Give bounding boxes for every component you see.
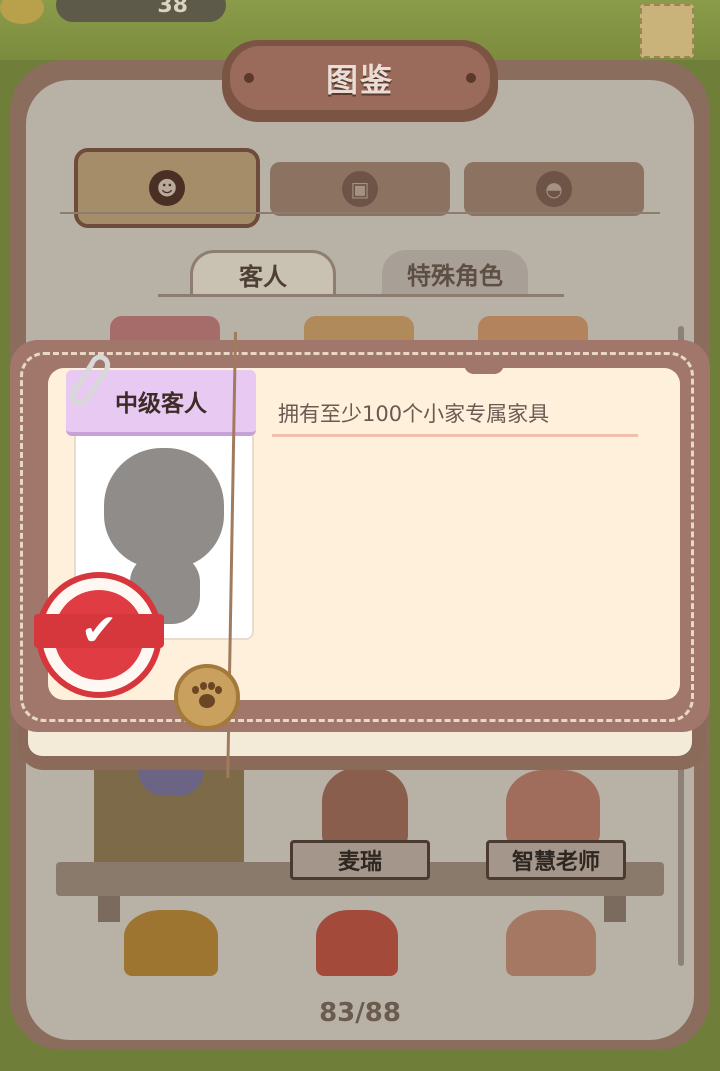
tab-customers-category[interactable]: ☻ <box>74 148 260 228</box>
subtab-customers-label: 客人 <box>239 263 287 291</box>
gift-box-icon: ▣ <box>342 171 378 207</box>
name-plate-wise-teacher: 智慧老师 <box>486 840 626 880</box>
shelf-leg <box>604 896 626 922</box>
subtab-customers[interactable]: 客人 <box>190 250 336 296</box>
character-thumbnail[interactable] <box>124 910 218 976</box>
unlocked-stamp: ✔ <box>34 572 164 698</box>
paperclip-icon <box>69 354 111 406</box>
stamp-band: ✔ <box>34 605 164 656</box>
name-plate-mairui: 麦瑞 <box>290 840 430 880</box>
paw-icon <box>190 682 224 712</box>
character-name: 麦瑞 <box>337 850 382 875</box>
dome-icon: ◓ <box>536 171 572 207</box>
page-indicator: 83/88 <box>319 998 401 1028</box>
unlock-requirement: 拥有至少100个小家专属家具 <box>278 402 550 426</box>
subtab-special-roles-label: 特殊角色 <box>407 261 503 290</box>
tab-dome-category[interactable]: ◓ <box>464 162 644 216</box>
tab-gifts-category[interactable]: ▣ <box>270 162 450 216</box>
tab-divider <box>60 212 660 214</box>
subtab-special-roles[interactable]: 特殊角色 <box>382 250 528 296</box>
character-wise-teacher[interactable] <box>506 770 600 850</box>
banner-rivet-right <box>466 73 476 83</box>
locked-character-silhouette <box>104 448 224 568</box>
coin-icon <box>0 0 44 24</box>
popup-notch <box>464 364 504 374</box>
character-thumbnail[interactable] <box>506 910 596 976</box>
shelf-leg <box>98 896 120 922</box>
coin-count: 38 <box>157 0 188 18</box>
skull-face-icon: ☻ <box>149 170 185 206</box>
title-banner: 图鉴 <box>222 40 498 122</box>
character-name: 智慧老师 <box>511 850 600 875</box>
page-title: 图鉴 <box>325 61 394 99</box>
banner-rivet-left <box>244 73 254 83</box>
subtab-divider <box>158 294 564 297</box>
stamp-icon[interactable] <box>640 4 694 58</box>
coin-counter: 38 <box>56 0 226 22</box>
requirement-underline <box>272 434 638 437</box>
close-popup-button[interactable] <box>174 664 240 730</box>
checkmark-icon: ✔ <box>80 605 118 656</box>
character-thumbnail[interactable] <box>316 910 398 976</box>
level-label-text: 中级客人 <box>115 391 207 417</box>
